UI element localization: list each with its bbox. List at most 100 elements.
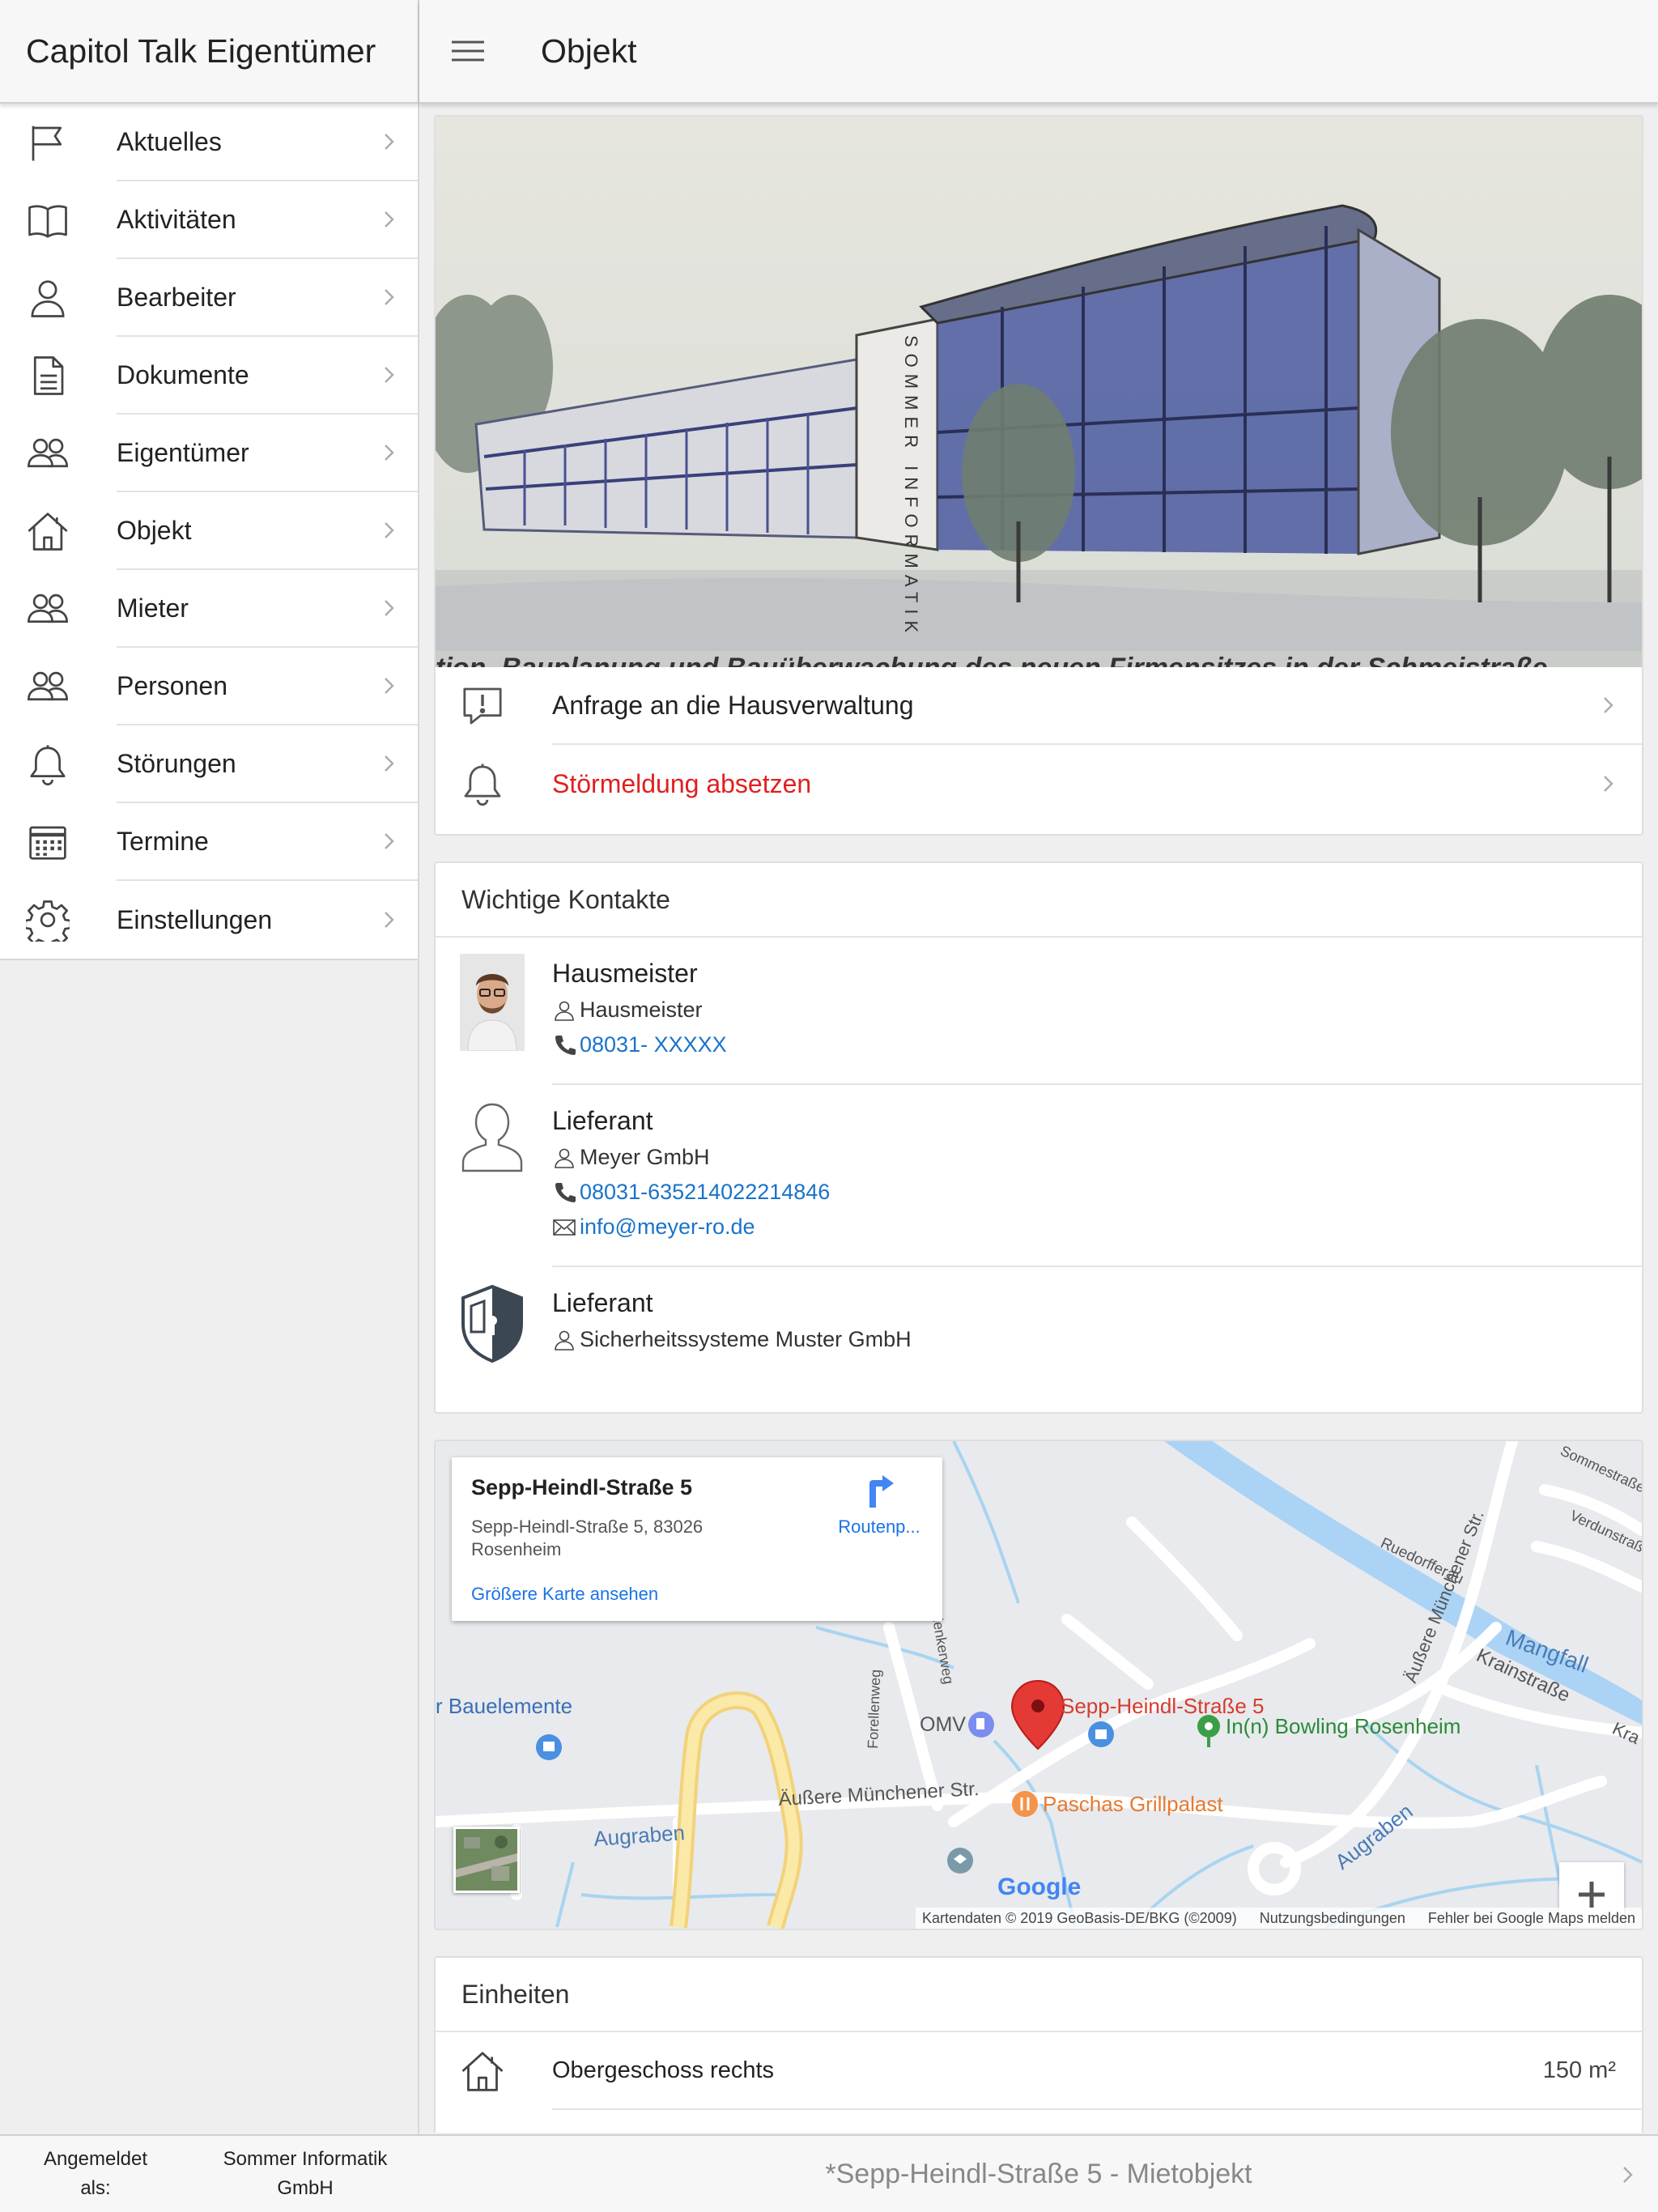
larger-map-link[interactable]: Größere Karte ansehen [471, 1584, 658, 1605]
map-info-address: Sepp-Heindl-Straße 5, 83026 Rosenheim [471, 1516, 704, 1559]
sidebar-item-label: Aktivitäten [117, 204, 236, 234]
unit-label: Obergeschoss rechts [552, 2057, 775, 2083]
poi-grill-marker[interactable] [1012, 1791, 1038, 1817]
avatar-photo [460, 954, 525, 1052]
avatar-placeholder-icon [461, 1103, 523, 1172]
chevron-right-icon [385, 211, 394, 228]
login-label: Angemeldet als: [43, 2148, 148, 2199]
contact-phone-link[interactable]: 08031- XXXXX [580, 1032, 727, 1057]
action-label: Anfrage an die Hausverwaltung [552, 690, 914, 720]
sidebar-item-dokumente[interactable]: Dokumente [0, 337, 418, 415]
map-info-title: Sepp-Heindl-Straße 5 [471, 1475, 693, 1499]
map-label-forellenweg: Forellenweg [865, 1669, 883, 1749]
hamburger-menu-button[interactable] [419, 0, 517, 103]
sidebar-item-label: Personen [117, 670, 227, 700]
contact-phone-link[interactable]: 08031-635214022214846 [580, 1180, 830, 1205]
message-alert-icon [463, 687, 502, 725]
mail-icon [553, 1219, 576, 1236]
route-planner-button[interactable]: Routenp... [823, 1474, 936, 1538]
action-label: Störmeldung absetzen [552, 768, 812, 798]
contact-name: Sicherheitssysteme Muster GmbH [580, 1327, 912, 1351]
contact-email-link[interactable]: info@meyer-ro.de [580, 1214, 755, 1240]
image-caption: tion, Bauplanung und Bauüberwachung des … [436, 653, 1547, 667]
contact-name: Meyer GmbH [580, 1145, 710, 1169]
people-icon [28, 593, 68, 623]
contacts-title: Wichtige Kontakte [436, 863, 1642, 938]
person-icon [555, 1001, 574, 1021]
chevron-right-icon [385, 522, 394, 538]
sidebar-item-aktuelles[interactable]: Aktuelles [0, 104, 418, 181]
home-icon [461, 2052, 504, 2091]
bell-icon [464, 764, 501, 806]
map-card: Sepp-Heindl-Straße 5 In(n) Bowling Rosen… [434, 1440, 1643, 1930]
object-selector: *Sepp-Heindl-Straße 5 - Mietobjekt [825, 2158, 1252, 2189]
sidebar-item-aktivitaeten[interactable]: Aktivitäten [0, 181, 418, 259]
gear-icon [26, 900, 70, 942]
contact-item[interactable]: Hausmeister Hausmeister 08031- XXXXX [436, 938, 1642, 1085]
sidebar-item-stoerungen[interactable]: Störungen [0, 725, 418, 803]
map-label-bowling: In(n) Bowling Rosenheim [1226, 1714, 1460, 1738]
chevron-right-icon [1604, 697, 1613, 713]
building-sign: SOMMER INFORMATIK [901, 335, 921, 639]
sidebar-item-objekt[interactable]: Objekt [0, 492, 418, 570]
poi-school-marker[interactable] [947, 1848, 973, 1874]
bell-icon [30, 745, 66, 786]
sidebar-item-mieter[interactable]: Mieter [0, 570, 418, 648]
document-icon [33, 356, 64, 395]
request-management-button[interactable]: Anfrage an die Hausverwaltung [436, 667, 1642, 745]
contacts-card: Wichtige Kontakte Hausmeister Hausmeiste… [434, 861, 1643, 1414]
sidebar-item-label: Aktuelles [117, 126, 222, 156]
phone-icon [555, 1182, 576, 1202]
map-info-panel: Sepp-Heindl-Straße 5 Sepp-Heindl-Straße … [452, 1457, 942, 1621]
flag-icon [32, 125, 62, 161]
object-image: SOMMER INFORMATIK tion, Bauplanung und B… [436, 117, 1642, 667]
map-terms-link[interactable]: Nutzungsbedingungen [1260, 1910, 1405, 1927]
satellite-thumbnail [456, 1829, 517, 1891]
object-selector-bar[interactable]: *Sepp-Heindl-Straße 5 - Mietobjekt [419, 2134, 1658, 2212]
sidebar-item-label: Dokumente [117, 359, 249, 389]
sidebar-item-einstellungen[interactable]: Einstellungen [0, 881, 418, 959]
contact-item[interactable]: Lieferant Meyer GmbH 08031-6352140222148… [436, 1085, 1642, 1267]
chevron-right-icon [385, 289, 394, 305]
unit-row[interactable]: Obergeschoss rechts 150 m² [436, 2032, 1642, 2110]
calendar-icon [29, 826, 66, 860]
shield-lock-icon [461, 1284, 523, 1363]
contact-item[interactable]: Lieferant Sicherheitssysteme Muster GmbH [436, 1267, 1642, 1378]
contact-role: Lieferant [552, 1288, 653, 1317]
login-company: Sommer Informatik GmbH [223, 2148, 388, 2199]
sidebar-item-personen[interactable]: Personen [0, 648, 418, 725]
chevron-right-icon [385, 600, 394, 616]
people-icon [28, 438, 68, 468]
sidebar-item-termine[interactable]: Termine [0, 803, 418, 881]
sidebar-item-label: Eigentümer [117, 437, 249, 467]
map-data-credit: Kartendaten © 2019 GeoBasis-DE/BKG (©200… [921, 1909, 1237, 1926]
satellite-view-toggle[interactable] [453, 1827, 520, 1893]
poi-omv-marker[interactable] [968, 1712, 994, 1738]
zoom-out-button[interactable] [1559, 1929, 1624, 1930]
chevron-right-icon [385, 912, 394, 928]
route-planner-label: Routenp... [838, 1516, 920, 1537]
directions-icon [869, 1475, 894, 1508]
contact-name: Hausmeister [580, 998, 703, 1022]
sidebar-item-label: Termine [117, 826, 209, 856]
report-fault-button[interactable]: Störmeldung absetzen [436, 745, 1642, 823]
login-info: Angemeldet als: Sommer Informatik GmbH [0, 2134, 419, 2212]
hamburger-icon [452, 40, 484, 62]
sidebar-item-label: Einstellungen [117, 904, 273, 934]
sidebar-item-label: Bearbeiter [117, 282, 236, 312]
person-icon [555, 1330, 574, 1351]
main-content: SOMMER INFORMATIK tion, Bauplanung und B… [419, 105, 1658, 2133]
map-label-bauelemente: r Bauelemente [436, 1694, 572, 1718]
people-icon [28, 671, 68, 701]
map-report-link[interactable]: Fehler bei Google Maps melden [1428, 1910, 1635, 1927]
poi-shop-marker[interactable] [1088, 1721, 1114, 1747]
map-attribution: Kartendaten © 2019 GeoBasis-DE/BKG (©200… [915, 1908, 1642, 1929]
chevron-right-icon [385, 134, 394, 150]
topbar: Objekt [419, 0, 1658, 104]
object-card: SOMMER INFORMATIK tion, Bauplanung und B… [434, 115, 1643, 836]
poi-bauelemente-marker[interactable] [536, 1734, 562, 1760]
chevron-right-icon [385, 833, 394, 849]
sidebar-item-eigentuemer[interactable]: Eigentümer [0, 415, 418, 492]
sidebar-item-bearbeiter[interactable]: Bearbeiter [0, 259, 418, 337]
map-label-grill: Paschas Grillpalast [1043, 1792, 1223, 1816]
